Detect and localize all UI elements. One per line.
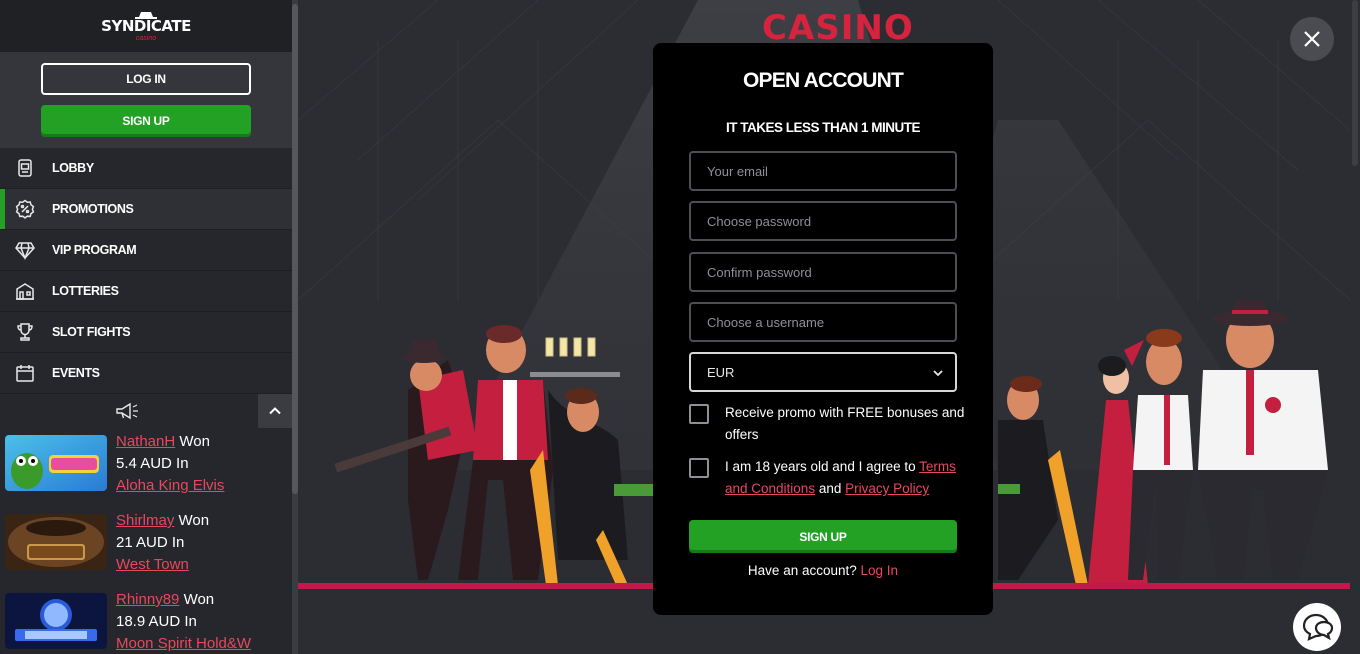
age-terms-checkbox[interactable]	[689, 458, 709, 478]
sidebar-item-label: EVENTS	[52, 366, 100, 380]
winner-amount: 21 AUD In	[116, 534, 185, 551]
live-chat-button[interactable]	[1293, 603, 1341, 651]
auth-area: LOG IN SIGN UP	[0, 52, 292, 148]
and-word: and	[818, 481, 842, 496]
winner-item: NathanH Won 5.4 AUD In Aloha King Elvis	[0, 428, 292, 507]
percent-badge-icon	[14, 198, 36, 220]
winners-header	[0, 394, 292, 428]
winner-won-word: Won	[183, 591, 215, 608]
winner-game-link[interactable]: West Town	[116, 556, 189, 573]
logo-sub-text: casino	[135, 34, 157, 42]
close-modal-button[interactable]	[1290, 17, 1334, 61]
signup-submit-button[interactable]: SIGN UP	[689, 520, 957, 553]
logo-main-text: SYNDICATE	[101, 16, 191, 35]
winner-text: Shirlmay Won 21 AUD In West Town	[116, 510, 209, 576]
email-input[interactable]	[689, 151, 957, 191]
currency-selected-value: EUR	[707, 364, 735, 380]
sidebar-item-slot-fights[interactable]: SLOT FIGHTS	[0, 312, 292, 353]
chat-bubbles-icon	[1302, 613, 1334, 641]
diamond-icon	[14, 239, 36, 261]
close-icon	[1304, 31, 1320, 47]
collapse-winners-button[interactable]	[258, 394, 292, 428]
sidebar-item-label: SLOT FIGHTS	[52, 325, 131, 339]
winner-won-word: Won	[178, 512, 210, 529]
login-button[interactable]: LOG IN	[41, 63, 251, 95]
winner-won-word: Won	[179, 433, 210, 450]
game-thumbnail-moon-spirit[interactable]	[5, 593, 107, 649]
sidebar-signup-button[interactable]: SIGN UP	[41, 105, 251, 137]
currency-select[interactable]: EUR	[689, 352, 957, 392]
winner-item: Rhinny89 Won 18.9 AUD In Moon Spirit Hol…	[0, 586, 292, 654]
winner-game-link[interactable]: Moon Spirit Hold&W	[116, 635, 251, 652]
promo-consent-text: Receive promo with FREE bonuses and offe…	[725, 405, 965, 442]
modal-subtitle: IT TAKES LESS THAN 1 MINUTE	[725, 120, 921, 135]
promo-checkbox[interactable]	[689, 404, 709, 424]
sidebar-item-promotions[interactable]: PROMOTIONS	[0, 189, 292, 230]
have-account-line: Have an account? Log In	[653, 563, 993, 578]
sidebar-item-events[interactable]: EVENTS	[0, 353, 292, 394]
open-account-modal: OPEN ACCOUNT IT TAKES LESS THAN 1 MINUTE…	[653, 43, 993, 615]
sidebar-nav: LOBBY PROMOTIONS VIP PROGRAM LOTTERIES S…	[0, 148, 292, 394]
game-thumbnail-west-town[interactable]	[5, 514, 107, 570]
age-terms-prefix: I am 18 years old and I agree to	[725, 459, 916, 474]
calendar-icon	[14, 362, 36, 384]
casino-banner: CASINO	[762, 8, 914, 48]
winner-text: Rhinny89 Won 18.9 AUD In Moon Spirit Hol…	[116, 589, 251, 654]
have-account-text: Have an account?	[747, 563, 857, 578]
main-scrollbar-thumb[interactable]	[1352, 0, 1358, 166]
slot-machine-icon	[14, 157, 36, 179]
chevron-down-icon	[933, 370, 943, 377]
winner-game-link[interactable]: Aloha King Elvis	[116, 477, 224, 494]
megaphone-icon	[116, 402, 138, 420]
winner-amount: 5.4 AUD In	[116, 455, 189, 472]
game-thumbnail-aloha-king-elvis[interactable]	[5, 435, 107, 491]
age-terms-text: I am 18 years old and I agree to Terms a…	[725, 456, 969, 500]
winner-text: NathanH Won 5.4 AUD In Aloha King Elvis	[116, 431, 224, 497]
winner-item: Shirlmay Won 21 AUD In West Town	[0, 507, 292, 586]
logo[interactable]: SYNDICATE casino	[0, 0, 292, 52]
sidebar-item-lotteries[interactable]: LOTTERIES	[0, 271, 292, 312]
sidebar: SYNDICATE casino LOG IN SIGN UP LOBBY PR…	[0, 0, 292, 654]
promo-consent-row: Receive promo with FREE bonuses and offe…	[689, 402, 969, 446]
modal-title: OPEN ACCOUNT	[743, 69, 904, 92]
sidebar-item-label: VIP PROGRAM	[52, 243, 137, 257]
privacy-policy-link[interactable]: Privacy Policy	[845, 481, 929, 496]
trophy-icon	[14, 321, 36, 343]
winner-player-link[interactable]: NathanH	[116, 433, 175, 450]
winner-player-link[interactable]: Shirlmay	[116, 512, 174, 529]
password-input[interactable]	[689, 201, 957, 241]
sidebar-item-lobby[interactable]: LOBBY	[0, 148, 292, 189]
sidebar-item-label: LOTTERIES	[52, 284, 119, 298]
winner-player-link[interactable]: Rhinny89	[116, 591, 179, 608]
sidebar-item-label: PROMOTIONS	[52, 202, 134, 216]
username-input[interactable]	[689, 302, 957, 342]
confirm-password-input[interactable]	[689, 252, 957, 292]
winners-list: NathanH Won 5.4 AUD In Aloha King Elvis …	[0, 428, 292, 654]
winner-amount: 18.9 AUD In	[116, 613, 197, 630]
age-terms-row: I am 18 years old and I agree to Terms a…	[689, 456, 969, 500]
chevron-up-icon	[269, 407, 281, 415]
main-scrollbar[interactable]	[1350, 0, 1360, 654]
login-link[interactable]: Log In	[861, 563, 899, 578]
building-icon	[14, 280, 36, 302]
sidebar-item-vip-program[interactable]: VIP PROGRAM	[0, 230, 292, 271]
sidebar-item-label: LOBBY	[52, 161, 94, 175]
